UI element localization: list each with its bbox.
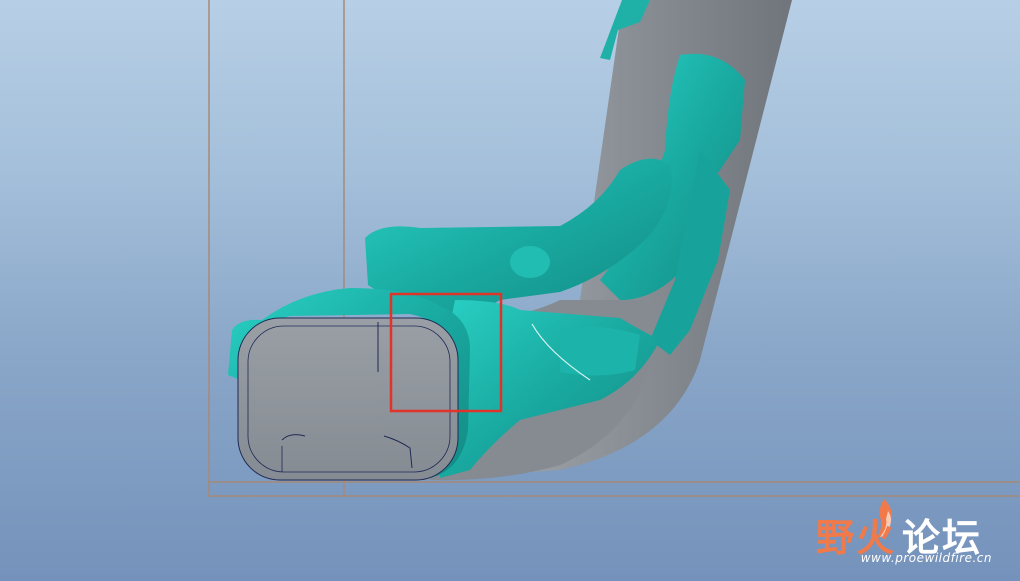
- end-cap-section[interactable]: [237, 317, 459, 481]
- end-cap-face[interactable]: [237, 317, 459, 481]
- cad-graphics-viewport[interactable]: 野火 论坛 www.proewildfire.cn: [0, 0, 1020, 581]
- forum-watermark: 野火 论坛 www.proewildfire.cn: [802, 493, 1002, 573]
- watermark-url: www.proewildfire.cn: [860, 551, 992, 565]
- teal-boss[interactable]: [510, 246, 550, 278]
- teal-patch-mid[interactable]: [560, 326, 640, 376]
